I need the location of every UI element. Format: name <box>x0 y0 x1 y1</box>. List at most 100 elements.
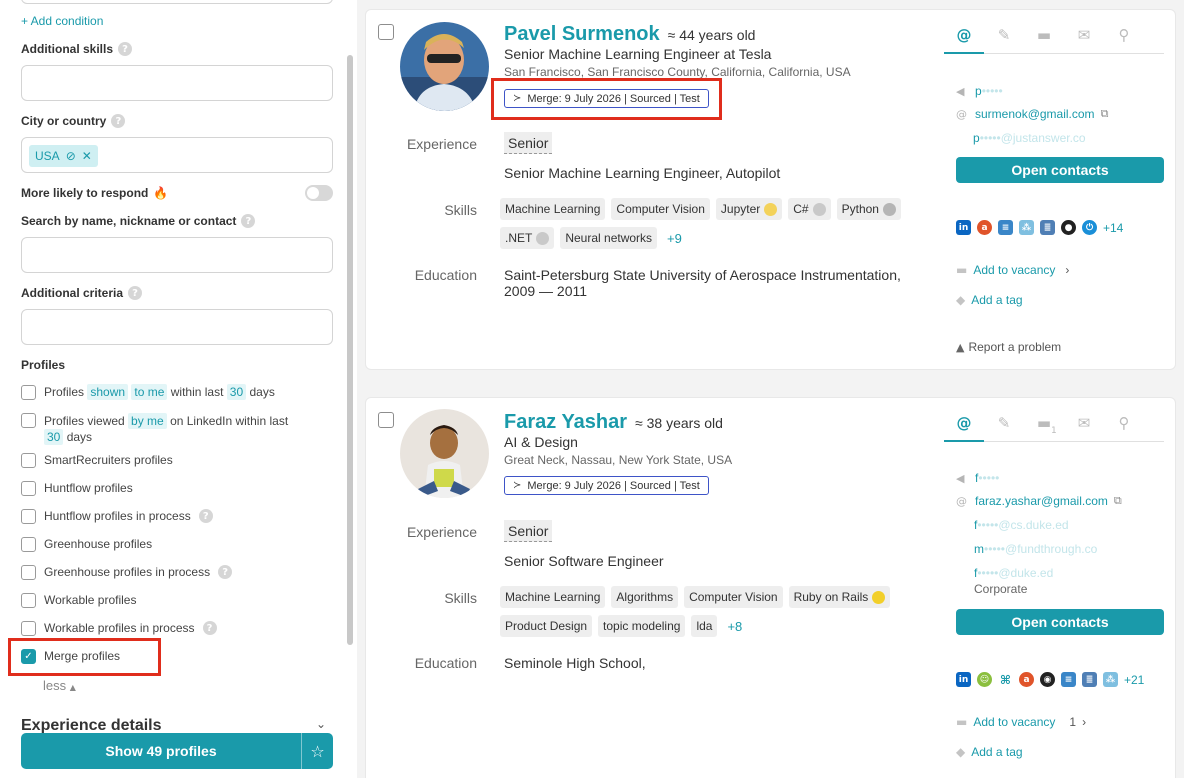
add-to-vacancy[interactable]: ▬ Add to vacancy › <box>956 263 1069 277</box>
greenhouse-row[interactable]: Greenhouse profiles <box>21 537 331 552</box>
candidate-name[interactable]: Pavel Surmenok ≈ 44 years old <box>504 23 755 46</box>
askfm-icon[interactable]: a <box>1019 672 1034 687</box>
smartrecruiters-row[interactable]: SmartRecruiters profiles <box>21 453 331 468</box>
more-skills-link[interactable]: +8 <box>723 615 742 637</box>
merge-badge[interactable]: ≻ Merge: 9 July 2026 | Sourced | Test <box>504 89 709 108</box>
additional-criteria-input[interactable] <box>21 309 333 345</box>
checkbox[interactable] <box>21 621 36 636</box>
mail-icon[interactable]: ✉ <box>1064 26 1104 53</box>
stack-icon[interactable]: ≡ <box>1061 672 1076 687</box>
select-profile-checkbox[interactable] <box>378 24 394 40</box>
days-tag[interactable]: 30 <box>44 429 64 445</box>
less-toggle[interactable]: less ▲ <box>43 678 76 693</box>
exclude-icon[interactable]: ⊘ <box>66 149 76 163</box>
linkedin-icon[interactable]: in <box>956 220 971 235</box>
skill-tag[interactable]: topic modeling <box>598 615 686 637</box>
previous-filter-input[interactable] <box>21 0 333 4</box>
skill-tag[interactable]: Product Design <box>500 615 593 637</box>
select-profile-checkbox[interactable] <box>378 412 394 428</box>
contact-work-email[interactable]: f•••••@duke.ed <box>974 566 1053 580</box>
profiles-viewed-checkbox[interactable] <box>21 413 36 428</box>
database-icon[interactable]: ≣ <box>1040 220 1055 235</box>
checkbox[interactable] <box>21 565 36 580</box>
shown-tag[interactable]: shown <box>87 384 129 400</box>
open-contacts-button[interactable]: Open contacts <box>956 609 1164 635</box>
network-icon[interactable]: ⁂ <box>1019 220 1034 235</box>
help-icon[interactable]: ? <box>118 42 133 56</box>
huntflow-process-row[interactable]: Huntflow profiles in process? <box>21 509 331 524</box>
skill-tag[interactable]: .NET <box>500 227 555 249</box>
copy-icon[interactable]: ⧉ <box>1114 494 1127 508</box>
contact-telegram[interactable]: ◀ f••••• <box>956 471 999 485</box>
contact-email[interactable]: @ surmenok@gmail.com ⧉ <box>956 107 1114 121</box>
add-tag[interactable]: ◆ Add a tag <box>956 293 1023 307</box>
workable-process-row[interactable]: Workable profiles in process? <box>21 621 331 636</box>
folder-icon[interactable]: ▬ <box>1024 26 1064 53</box>
pencil-icon[interactable]: ✎ <box>984 26 1024 53</box>
skill-tag[interactable]: Ruby on Rails <box>788 586 891 608</box>
open-contacts-button[interactable]: Open contacts <box>956 157 1164 183</box>
greenhouse-process-row[interactable]: Greenhouse profiles in process? <box>21 565 331 580</box>
camera-icon[interactable]: ◉ <box>1040 672 1055 687</box>
paperclip-icon[interactable]: ⚲ <box>1104 26 1144 53</box>
help-icon[interactable]: ? <box>241 214 256 228</box>
more-likely-toggle[interactable] <box>305 185 333 201</box>
help-icon[interactable]: ? <box>128 286 143 300</box>
help-icon[interactable]: ? <box>111 114 126 128</box>
paperclip-icon[interactable]: ⚲ <box>1104 414 1144 441</box>
skill-tag[interactable]: Computer Vision <box>684 586 783 608</box>
to-me-tag[interactable]: to me <box>131 384 168 400</box>
profiles-shown-row[interactable]: Profiles shown to me within last 30 days <box>21 384 331 400</box>
contacts-tab-icon[interactable]: @ <box>944 26 984 54</box>
skill-tag[interactable]: Machine Learning <box>500 198 606 220</box>
skill-tag[interactable]: lda <box>691 615 718 637</box>
contact-work-email[interactable]: f•••••@cs.duke.ed <box>974 518 1069 532</box>
checkbox[interactable] <box>21 481 36 496</box>
skill-tag[interactable]: Algorithms <box>611 586 679 608</box>
pencil-icon[interactable]: ✎ <box>984 414 1024 441</box>
days-tag[interactable]: 30 <box>226 384 247 400</box>
merge-badge[interactable]: ≻ Merge: 9 July 2026 | Sourced | Test <box>504 476 709 495</box>
additional-skills-input[interactable] <box>21 65 333 101</box>
database-icon[interactable]: ≣ <box>1082 672 1097 687</box>
help-icon[interactable]: ? <box>198 509 213 523</box>
copy-icon[interactable]: ⧉ <box>1101 107 1114 121</box>
profiles-shown-checkbox[interactable] <box>21 385 36 400</box>
chevron-down-icon[interactable]: ⌄ <box>316 717 326 731</box>
more-social-link[interactable]: +14 <box>1103 221 1123 235</box>
show-profiles-button[interactable]: Show 49 profiles ☆ <box>21 733 333 769</box>
stack-icon[interactable]: ≡ <box>998 220 1013 235</box>
sidebar-scrollbar[interactable] <box>347 55 353 645</box>
mail-icon[interactable]: ✉ <box>1064 414 1104 441</box>
command-icon[interactable]: ⌘ <box>998 672 1013 687</box>
by-me-tag[interactable]: by me <box>128 413 167 429</box>
checkbox[interactable] <box>21 593 36 608</box>
power-icon[interactable]: ⏻ <box>1082 220 1097 235</box>
search-name-input[interactable] <box>21 237 333 273</box>
report-problem-link[interactable]: ▲ Report a problem <box>956 340 1061 354</box>
add-condition-link[interactable]: + Add condition <box>21 14 103 28</box>
contact-telegram[interactable]: ◀ p••••• <box>956 84 1003 98</box>
android-icon[interactable]: ☺ <box>977 672 992 687</box>
add-to-vacancy[interactable]: ▬ Add to vacancy 1 › <box>956 715 1086 729</box>
skill-tag[interactable]: C# <box>788 198 831 220</box>
merge-profiles-checkbox[interactable]: ✓ <box>21 649 36 664</box>
skill-tag[interactable]: Python <box>836 198 901 220</box>
checkbox[interactable] <box>21 509 36 524</box>
help-icon[interactable]: ? <box>218 565 233 579</box>
github-icon[interactable]: ● <box>1061 220 1076 235</box>
checkbox[interactable] <box>21 453 36 468</box>
folder-icon[interactable]: ▬ 1 <box>1024 414 1064 441</box>
huntflow-row[interactable]: Huntflow profiles <box>21 481 331 496</box>
skill-tag[interactable]: Computer Vision <box>611 198 710 220</box>
more-social-link[interactable]: +21 <box>1124 673 1144 687</box>
more-skills-link[interactable]: +9 <box>663 227 682 249</box>
add-tag[interactable]: ◆ Add a tag <box>956 745 1023 759</box>
city-input[interactable]: USA ⊘ ✕ <box>21 137 333 173</box>
remove-chip-icon[interactable]: ✕ <box>82 149 92 163</box>
contact-email[interactable]: @ faraz.yashar@gmail.com ⧉ <box>956 494 1127 508</box>
skill-tag[interactable]: Neural networks <box>560 227 658 249</box>
skill-tag[interactable]: Machine Learning <box>500 586 606 608</box>
contact-work-email[interactable]: p•••••@justanswer.co <box>973 131 1086 145</box>
profiles-viewed-row[interactable]: Profiles viewed by me on LinkedIn within… <box>21 413 331 445</box>
